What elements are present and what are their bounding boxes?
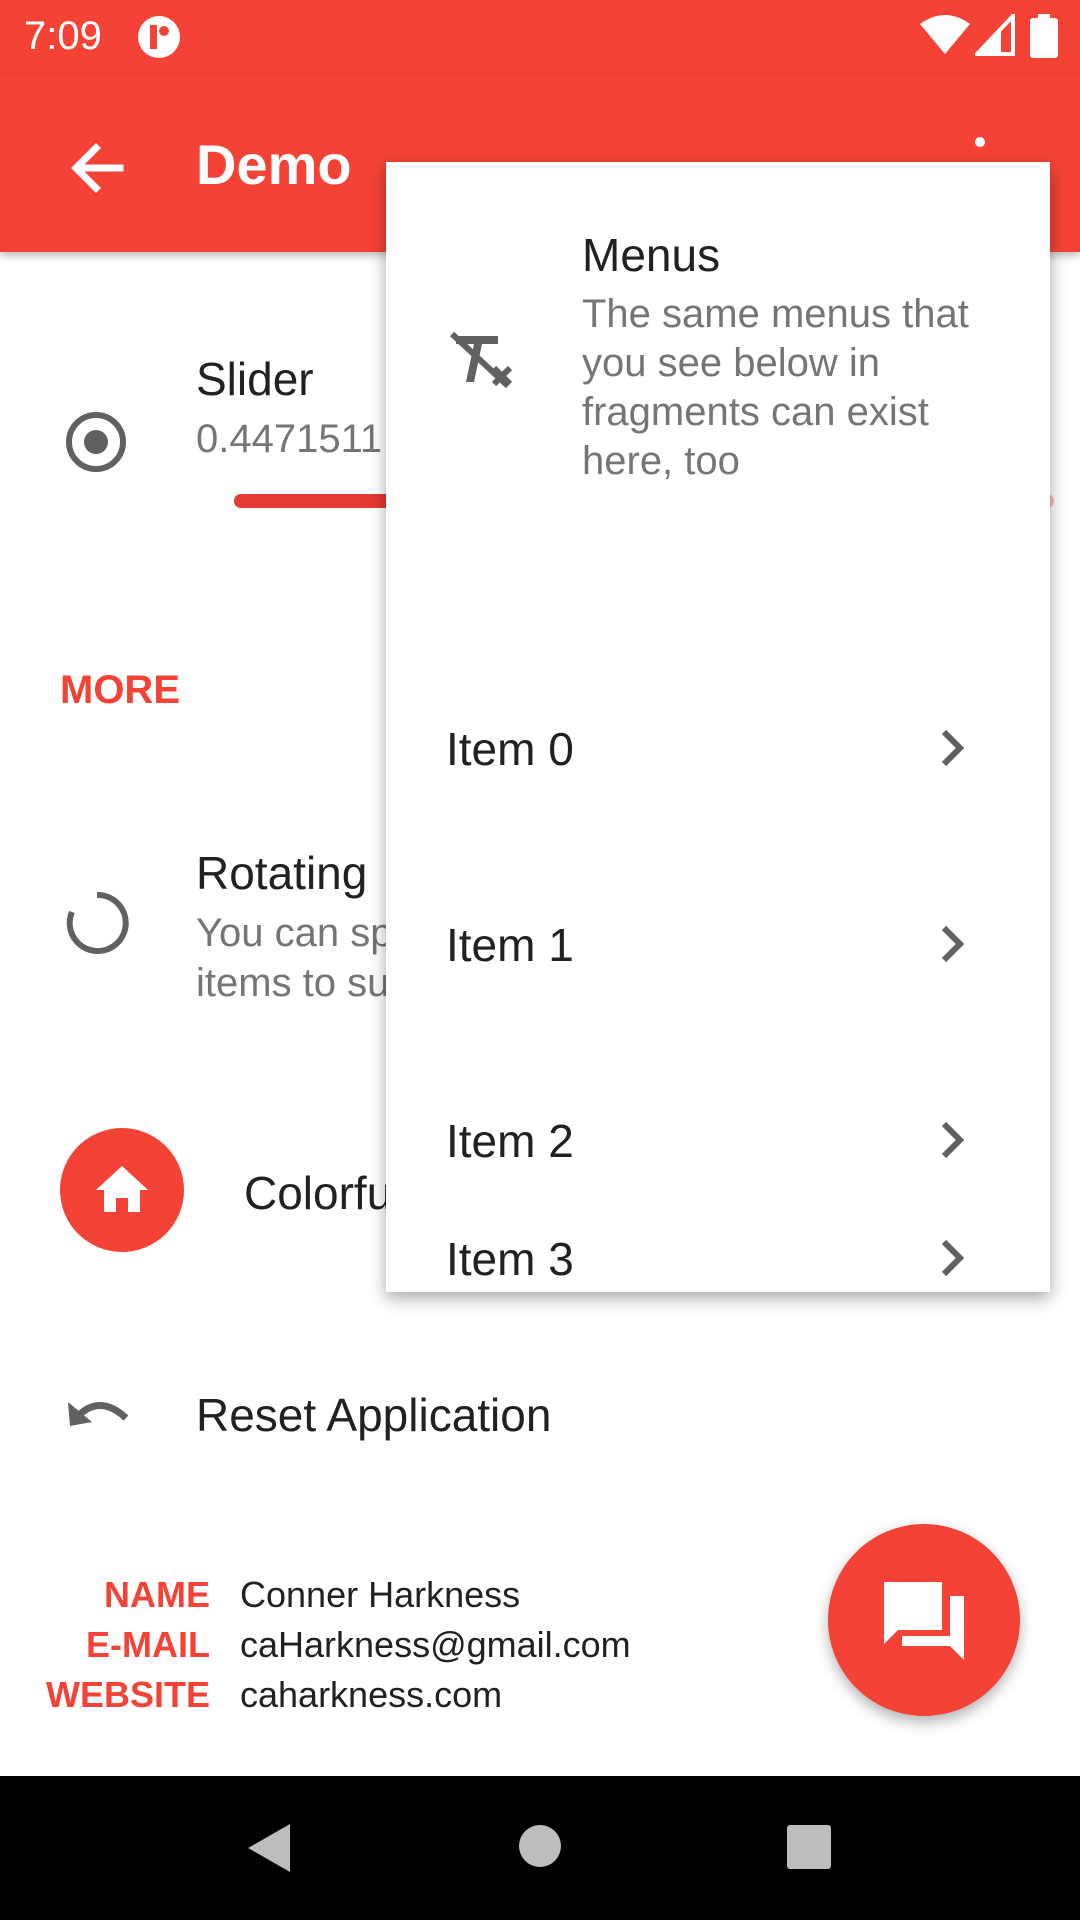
navigation-bar [0,1776,1080,1920]
website-value[interactable]: caharkness.com [240,1674,502,1716]
menu-item-label: Item 1 [446,919,574,971]
chat-fab-button[interactable] [828,1524,1020,1716]
menu-item-label: Item 0 [446,723,574,775]
nav-recents-icon[interactable] [786,1824,832,1870]
menu-item-1[interactable]: Item 1 [386,844,1050,1040]
nav-back-icon[interactable] [244,1822,292,1874]
arrow-left-icon[interactable] [58,128,138,208]
menu-header-subtitle: The same menus that you see below in fra… [582,292,969,483]
colorful-button[interactable] [60,1128,184,1252]
app-notification-icon [138,16,180,58]
rotating-title: Rotating [196,847,368,899]
signal-icon [975,14,1015,56]
chevron-right-icon [941,925,965,963]
nav-home-icon[interactable] [518,1824,562,1868]
name-value: Conner Harkness [240,1574,521,1615]
email-value[interactable]: caHarkness@gmail.com [240,1624,631,1666]
name-label: NAME [104,1574,210,1615]
menu-item-label: Item 2 [446,1115,574,1167]
forum-icon [884,1582,964,1660]
undo-icon[interactable] [64,1386,136,1446]
progress-ring-icon [66,891,129,954]
popup-menu: Menus The same menus that you see below … [386,162,1050,1292]
menu-item-3[interactable]: Item 3 [386,1236,1050,1292]
website-label: WEBSITE [45,1674,210,1715]
chevron-right-icon [941,729,965,767]
menu-item-2[interactable]: Item 2 [386,1040,1050,1236]
battery-icon [1030,14,1058,58]
slider-title: Slider [196,353,314,405]
status-time: 7:09 [24,14,102,58]
colorful-label: Colorfu [244,1167,393,1219]
menu-header-title: Menus [582,229,721,281]
radio-button-icon [66,412,126,472]
home-icon [96,1166,148,1212]
more-section-label: MORE [60,668,180,712]
format-clear-icon [450,331,513,389]
chevron-right-icon [941,1121,965,1159]
page-title: Demo [196,133,352,196]
email-label: E-MAIL [86,1624,210,1665]
wifi-icon [920,15,970,54]
reset-application-button[interactable]: Reset Application [196,1388,551,1442]
menu-item-0[interactable]: Item 0 [386,648,1050,844]
menu-item-label: Item 3 [446,1236,574,1285]
status-bar: 7:09 [0,0,1080,74]
slider-value: 0.4471511 [196,417,383,461]
chevron-right-icon [941,1239,965,1277]
